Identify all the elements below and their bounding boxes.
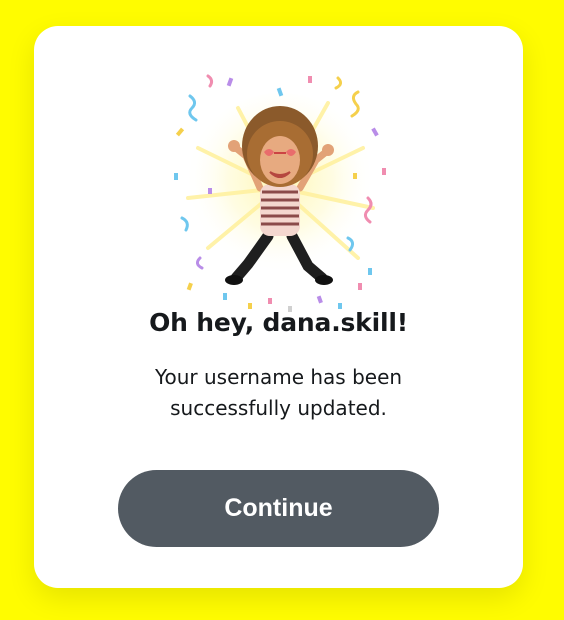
dialog-title: Oh hey, dana.skill! — [149, 308, 408, 337]
continue-button[interactable]: Continue — [118, 470, 439, 547]
dialog-message: Your username has been successfully upda… — [154, 365, 403, 420]
bitmoji-celebration-icon — [174, 74, 386, 312]
success-dialog: Oh hey, dana.skill! Your username has be… — [34, 26, 523, 588]
app-background: { "dialog": { "title": "Oh hey, dana.ski… — [0, 0, 564, 620]
